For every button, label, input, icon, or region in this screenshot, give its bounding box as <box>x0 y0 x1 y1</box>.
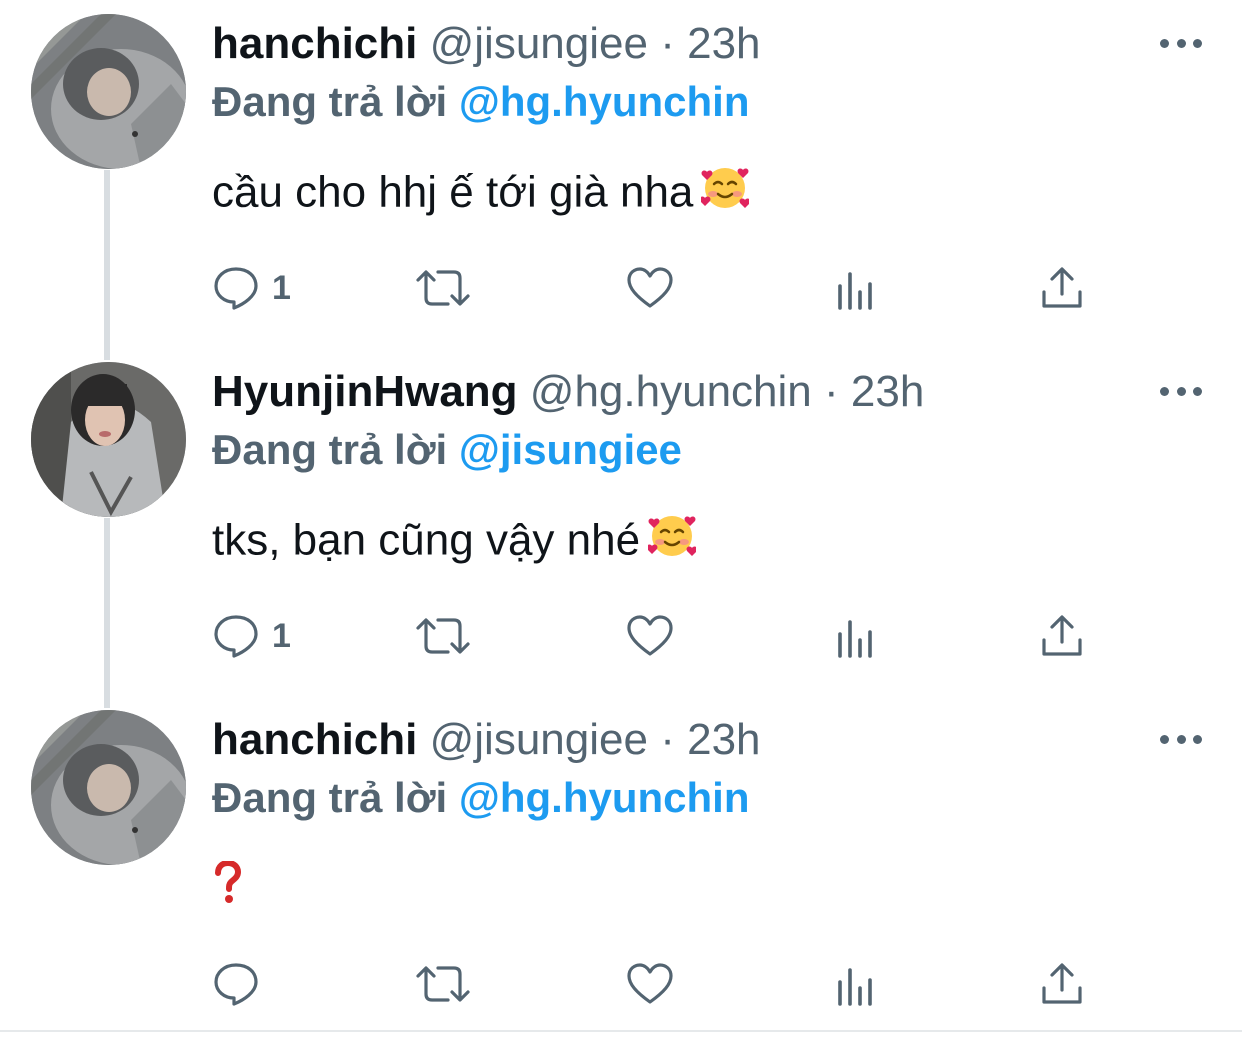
tweet-text-content: cầu cho hhj ế tới già nha <box>212 167 694 217</box>
retweet-button[interactable] <box>414 262 472 314</box>
tweet-header: hanchichi @jisungiee · 23h <box>212 16 761 72</box>
views-button[interactable] <box>832 262 880 314</box>
views-button[interactable] <box>832 958 880 1010</box>
views-button[interactable] <box>832 610 880 662</box>
tweet-actions: 1 <box>212 262 1112 314</box>
more-dots-icon[interactable] <box>1158 30 1204 56</box>
heart-icon <box>627 267 673 308</box>
avatar[interactable] <box>31 14 186 169</box>
tweet-actions <box>212 958 1112 1010</box>
replying-to: Đang trả lời @jisungiee <box>212 422 682 478</box>
replying-to: Đang trả lời @hg.hyunchin <box>212 770 750 826</box>
more-dots-icon[interactable] <box>1158 378 1204 404</box>
avatar[interactable] <box>31 710 186 865</box>
reply-count: 1 <box>272 616 291 655</box>
reply-to-mention[interactable]: @hg.hyunchin <box>459 78 750 125</box>
reply-icon <box>214 267 258 310</box>
tweet-text <box>212 860 242 916</box>
share-icon <box>1042 615 1082 656</box>
separator: · <box>660 19 675 68</box>
separator: · <box>824 367 839 416</box>
reply-prefix: Đang trả lời <box>212 774 448 821</box>
user-handle[interactable]: @jisungiee <box>430 715 648 764</box>
tweet-text: tks, bạn cũng vậy nhé <box>212 512 698 568</box>
display-name[interactable]: hanchichi <box>212 19 417 68</box>
tweet-text: cầu cho hhj ế tới già nha <box>212 164 751 220</box>
views-chart-icon <box>838 272 872 310</box>
replying-to: Đang trả lời @hg.hyunchin <box>212 74 750 130</box>
retweet-icon <box>416 966 470 1002</box>
tweet[interactable]: HyunjinHwang @hg.hyunchin · 23h Đang trả… <box>0 348 1242 696</box>
avatar[interactable] <box>31 362 186 517</box>
display-name[interactable]: HyunjinHwang <box>212 367 518 416</box>
avatar-image <box>31 710 186 865</box>
share-icon <box>1042 267 1082 308</box>
like-button[interactable] <box>626 958 674 1010</box>
smiling-face-with-hearts-icon <box>699 164 751 226</box>
more-dots-icon[interactable] <box>1158 726 1204 752</box>
reply-button[interactable]: 1 <box>212 262 291 314</box>
reply-prefix: Đang trả lời <box>212 426 448 473</box>
tweet[interactable]: hanchichi @jisungiee · 23h Đang trả lời … <box>0 0 1242 348</box>
reply-prefix: Đang trả lời <box>212 78 448 125</box>
tweet-actions: 1 <box>212 610 1112 662</box>
share-button[interactable] <box>1038 262 1086 314</box>
reply-to-mention[interactable]: @jisungiee <box>459 426 682 473</box>
like-button[interactable] <box>626 262 674 314</box>
reply-icon <box>214 963 258 1006</box>
reply-icon <box>214 615 258 658</box>
retweet-icon <box>416 270 470 306</box>
tweet[interactable]: hanchichi @jisungiee · 23h Đang trả lời … <box>0 696 1242 1044</box>
share-button[interactable] <box>1038 610 1086 662</box>
share-button[interactable] <box>1038 958 1086 1010</box>
views-chart-icon <box>838 620 872 658</box>
timestamp[interactable]: 23h <box>687 19 760 68</box>
divider <box>0 1030 1242 1032</box>
timestamp[interactable]: 23h <box>687 715 760 764</box>
retweet-button[interactable] <box>414 610 472 662</box>
views-chart-icon <box>838 968 872 1006</box>
like-button[interactable] <box>626 610 674 662</box>
user-handle[interactable]: @jisungiee <box>430 19 648 68</box>
heart-icon <box>627 615 673 656</box>
tweet-header: hanchichi @jisungiee · 23h <box>212 712 761 768</box>
user-handle[interactable]: @hg.hyunchin <box>530 367 812 416</box>
reply-button[interactable] <box>212 958 260 1010</box>
timestamp[interactable]: 23h <box>851 367 924 416</box>
tweet-text-content: tks, bạn cũng vậy nhé <box>212 515 641 565</box>
display-name[interactable]: hanchichi <box>212 715 417 764</box>
reply-to-mention[interactable]: @hg.hyunchin <box>459 774 750 821</box>
reply-count: 1 <box>272 268 291 307</box>
tweet-header: HyunjinHwang @hg.hyunchin · 23h <box>212 364 924 420</box>
avatar-image <box>31 362 186 517</box>
smiling-face-with-hearts-icon <box>646 512 698 574</box>
question-mark-icon <box>212 860 242 919</box>
retweet-button[interactable] <box>414 958 472 1010</box>
heart-icon <box>627 963 673 1004</box>
share-icon <box>1042 963 1082 1004</box>
separator: · <box>660 715 675 764</box>
retweet-icon <box>416 618 470 654</box>
reply-button[interactable]: 1 <box>212 610 291 662</box>
avatar-image <box>31 14 186 169</box>
